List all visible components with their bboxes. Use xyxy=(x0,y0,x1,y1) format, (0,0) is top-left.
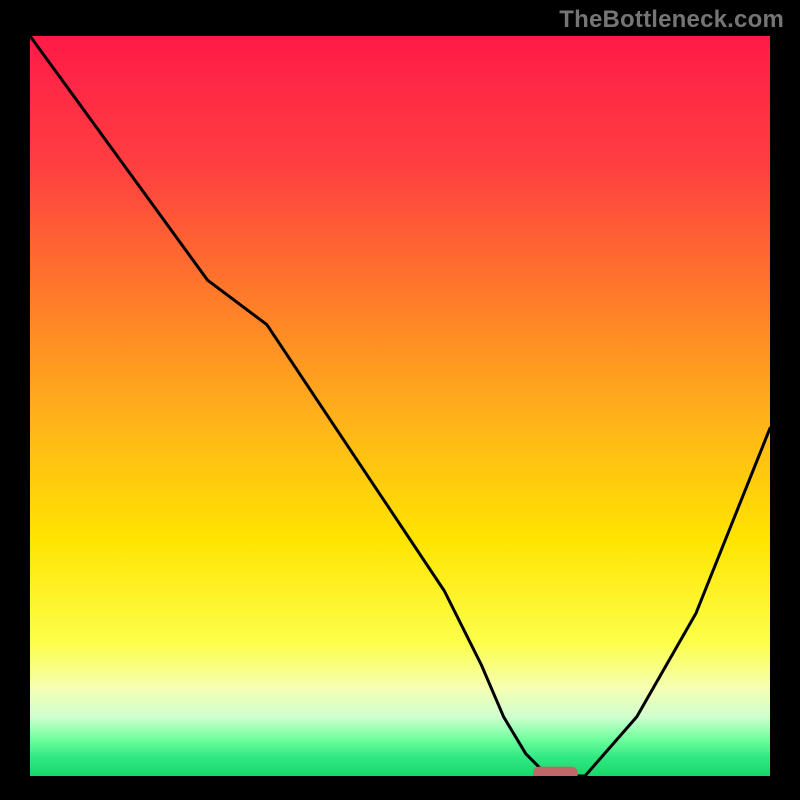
optimum-marker xyxy=(533,767,577,776)
watermark-text: TheBottleneck.com xyxy=(559,6,784,34)
plot-svg xyxy=(30,36,770,776)
plot-area xyxy=(30,36,770,776)
chart-container: TheBottleneck.com xyxy=(0,0,800,800)
gradient-background xyxy=(30,36,770,776)
